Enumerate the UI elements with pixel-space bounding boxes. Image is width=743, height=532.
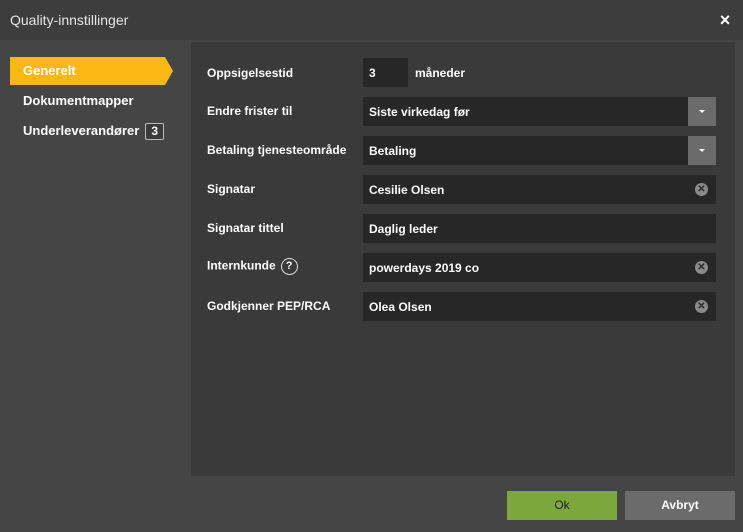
clear-icon[interactable]: ✕: [695, 261, 708, 274]
sidebar-item-label: Underleverandører: [23, 123, 140, 138]
chevron-down-icon[interactable]: [688, 97, 716, 126]
payment-service-area-select[interactable]: Betaling: [363, 136, 716, 165]
change-deadline-select[interactable]: Siste virkedag før: [363, 97, 716, 126]
sidebar-item-label: Dokumentmapper: [23, 93, 134, 108]
sidebar-item-generelt[interactable]: Generelt: [10, 57, 173, 85]
change-deadline-label: Endre frister til: [207, 104, 293, 118]
notice-period-input[interactable]: 3: [363, 58, 408, 87]
close-icon[interactable]: ×: [715, 10, 735, 30]
notice-period-unit: måneder: [415, 66, 466, 80]
settings-sidebar: Generelt Dokumentmapper Underleverandøre…: [0, 42, 190, 482]
dialog-title: Quality-innstillinger: [10, 12, 129, 28]
internal-customer-label: Internkunde: [207, 258, 276, 273]
clear-icon[interactable]: ✕: [695, 300, 708, 313]
notice-period-label: Oppsigelsestid: [207, 66, 294, 80]
pep-approver-label: Godkjenner PEP/RCA: [207, 299, 331, 313]
clear-icon[interactable]: ✕: [695, 183, 708, 196]
signatory-title-field[interactable]: Daglig leder: [363, 214, 716, 243]
notice-period-value: 3: [369, 66, 376, 80]
payment-service-area-value: Betaling: [369, 144, 417, 158]
dialog-titlebar: Quality-innstillinger ×: [0, 0, 743, 40]
chevron-down-icon[interactable]: [688, 136, 716, 165]
payment-service-area-label: Betaling tjenesteområde: [207, 143, 347, 157]
signatory-label: Signatar: [207, 182, 256, 196]
signatory-title-label: Signatar tittel: [207, 221, 284, 235]
help-icon[interactable]: ?: [280, 258, 298, 275]
signatory-title-value: Daglig leder: [369, 222, 438, 236]
change-deadline-value: Siste virkedag før: [369, 105, 470, 119]
cancel-button[interactable]: Avbryt: [625, 491, 735, 520]
signatory-value: Cesilie Olsen: [369, 183, 445, 197]
ok-button[interactable]: Ok: [507, 491, 617, 520]
count-badge: 3: [145, 123, 165, 141]
pep-approver-field[interactable]: Olea Olsen ✕: [363, 292, 716, 321]
sidebar-item-label: Generelt: [23, 63, 76, 78]
sidebar-item-label-wrap: Underleverandører 3: [23, 123, 165, 141]
settings-panel: Oppsigelsestid 3 måneder Endre frister t…: [191, 42, 735, 476]
signatory-field[interactable]: Cesilie Olsen ✕: [363, 175, 716, 204]
internal-customer-label-wrap: Internkunde?: [207, 258, 298, 275]
pep-approver-value: Olea Olsen: [369, 300, 432, 314]
internal-customer-value: powerdays 2019 co: [369, 261, 480, 275]
internal-customer-field[interactable]: powerdays 2019 co ✕: [363, 253, 716, 282]
